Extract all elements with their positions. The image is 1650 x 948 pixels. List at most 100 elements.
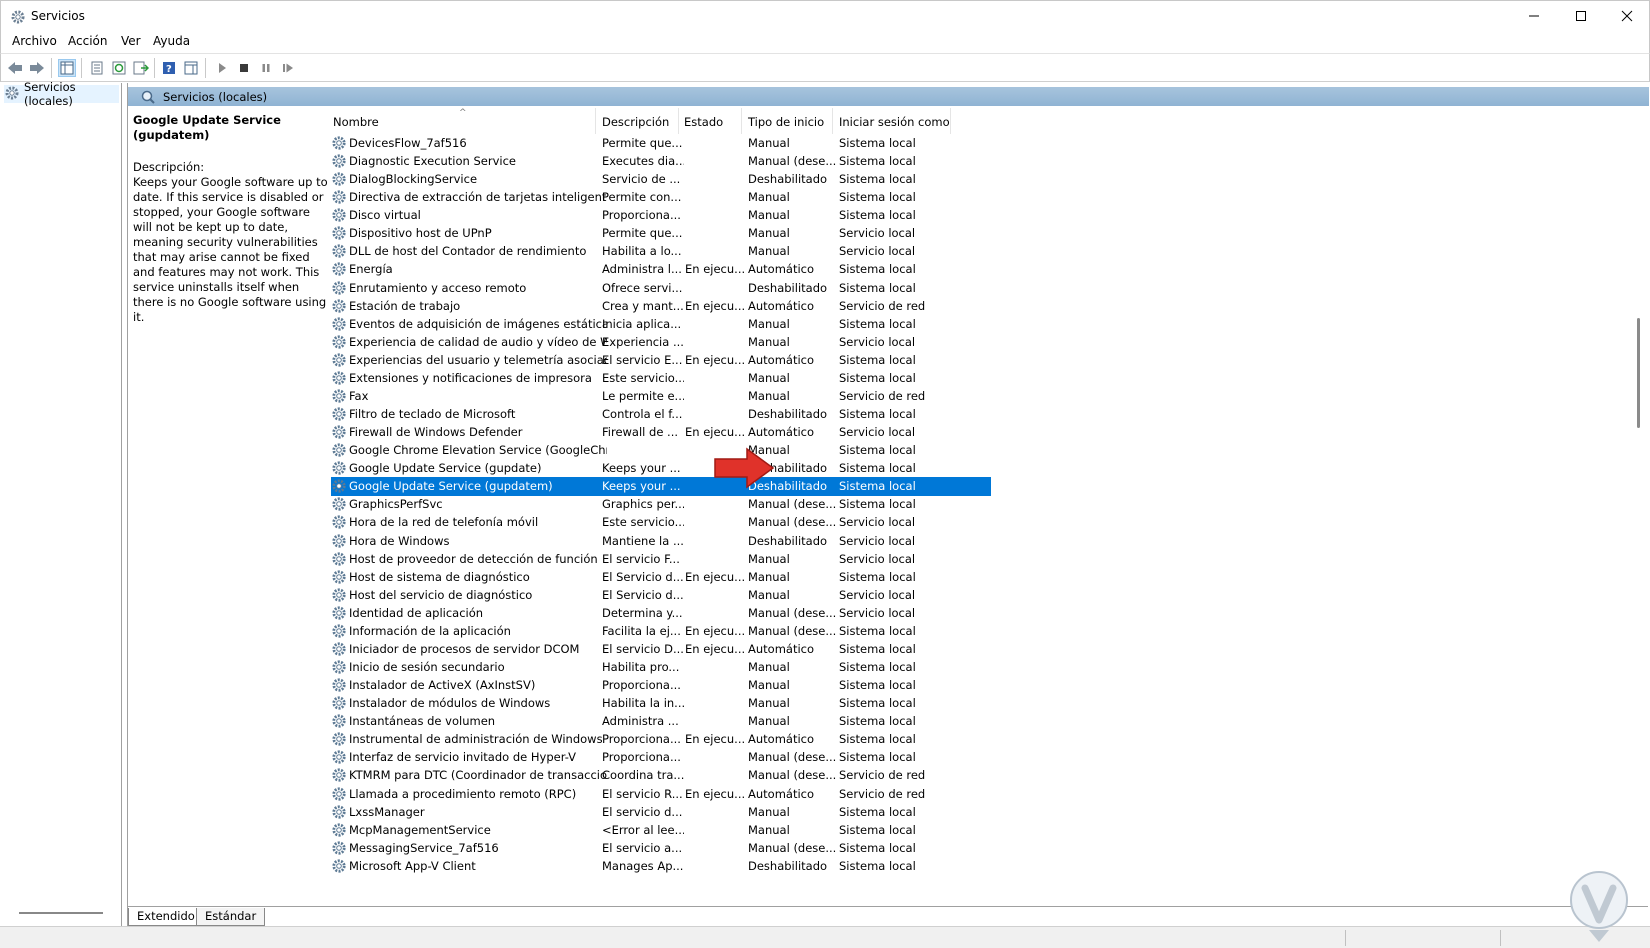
table-row[interactable]: Experiencia de calidad de audio y vídeo … (331, 333, 991, 352)
table-row[interactable]: Hora de Windows Mantiene la ... Deshabilit… (331, 532, 991, 551)
table-row[interactable]: Instalador de ActiveX (AxInstSV) Proporci… (331, 676, 991, 695)
table-row[interactable]: DLL de host del Contador de rendimiento H… (331, 242, 991, 261)
table-row[interactable]: DialogBlockingService Servicio de ... Desh… (331, 170, 991, 189)
table-row[interactable]: Extensiones y notificaciones de impresor… (331, 369, 991, 388)
start-service-icon[interactable] (213, 59, 231, 77)
table-row[interactable]: Identidad de aplicación Determina y... Man… (331, 604, 991, 623)
maximize-button[interactable] (1558, 1, 1604, 31)
table-row[interactable]: Inicio de sesión secundario Habilita pro.… (331, 658, 991, 677)
tab-estandar[interactable]: Estándar (196, 908, 266, 926)
service-description: El servicio F... (602, 551, 680, 566)
service-startup-type: Manual (748, 678, 790, 693)
table-row[interactable]: McpManagementService <Error al lee... Manu… (331, 821, 991, 840)
table-row[interactable]: GraphicsPerfSvc Graphics per... Manual (de… (331, 495, 991, 514)
service-logon-as: Sistema local (839, 497, 916, 512)
menu-accion[interactable]: Acción (68, 34, 107, 48)
refresh-icon[interactable] (110, 59, 128, 77)
table-row[interactable]: Diagnostic Execution Service Executes dia… (331, 152, 991, 171)
table-row[interactable]: Enrutamiento y acceso remoto Ofrece servi… (331, 279, 991, 298)
service-logon-as: Sistema local (839, 750, 916, 765)
service-logon-as: Sistema local (839, 208, 916, 223)
service-description: Habilita a lo... (602, 244, 682, 259)
service-gear-icon (331, 171, 347, 187)
column-header-estado[interactable]: Estado (679, 108, 742, 134)
menu-archivo[interactable]: Archivo (12, 34, 57, 48)
service-description: Proporciona... (602, 208, 681, 223)
table-row[interactable]: Firewall de Windows Defender Firewall de … (331, 423, 991, 442)
service-startup-type: Automático (748, 425, 815, 440)
table-row[interactable]: Estación de trabajo Crea y mant... En ejec… (331, 297, 991, 316)
menu-bar: Archivo Acción Ver Ayuda (0, 31, 1650, 53)
service-name: Hora de la red de telefonía móvil (349, 515, 539, 530)
table-row[interactable]: Instrumental de administración de Window… (331, 730, 991, 749)
service-gear-icon (331, 352, 347, 368)
table-row[interactable]: Google Chrome Elevation Service (GoogleC… (331, 441, 991, 460)
column-header-tipo-inicio[interactable]: Tipo de inicio (742, 108, 833, 134)
service-description: Manages Ap... (602, 858, 684, 873)
table-row[interactable]: LxssManager El servicio d... Manual Sistema… (331, 803, 991, 822)
service-status: En ejecu... (685, 569, 746, 584)
vertical-scrollbar[interactable] (1634, 108, 1642, 906)
properties-icon[interactable] (88, 59, 106, 77)
table-row[interactable]: Host de sistema de diagnóstico El Servici… (331, 568, 991, 587)
pause-service-icon[interactable] (257, 59, 275, 77)
table-row[interactable]: Llamada a procedimiento remoto (RPC) El s… (331, 785, 991, 804)
service-gear-icon (331, 623, 347, 639)
service-startup-type: Manual (748, 316, 790, 331)
table-row[interactable]: Instantáneas de volumen Administra ... Man… (331, 712, 991, 731)
service-name: Google Update Service (gupdatem) (349, 479, 553, 494)
menu-ayuda[interactable]: Ayuda (153, 34, 190, 48)
back-icon[interactable] (6, 59, 24, 77)
table-row[interactable]: Hora de la red de telefonía móvil Este se… (331, 513, 991, 532)
tree-scrollbar[interactable] (19, 912, 103, 914)
table-row[interactable]: Información de la aplicación Facilita la … (331, 622, 991, 641)
table-row[interactable]: Google Update Service (gupdate) Keeps you… (331, 459, 991, 478)
service-logon-as: Servicio de red (839, 388, 926, 403)
column-header-descripcion[interactable]: Descripción (596, 108, 679, 134)
description-text: Keeps your Google software up to date. I… (133, 175, 328, 324)
close-button[interactable] (1604, 1, 1650, 31)
table-row[interactable]: Instalador de módulos de Windows Habilita… (331, 694, 991, 713)
show-action-pane-icon[interactable] (182, 59, 200, 77)
table-row[interactable]: Host del servicio de diagnóstico El Servi… (331, 586, 991, 605)
service-gear-icon (331, 749, 347, 765)
forward-icon[interactable] (28, 59, 46, 77)
service-gear-icon (331, 370, 347, 386)
table-row[interactable]: Disco virtual Proporciona... Manual Sistema… (331, 206, 991, 225)
table-row[interactable]: Experiencias del usuario y telemetría as… (331, 351, 991, 370)
table-row[interactable]: Dispositivo host de UPnP Permite que... Ma… (331, 224, 991, 243)
stop-service-icon[interactable] (235, 59, 253, 77)
export-list-icon[interactable] (132, 59, 150, 77)
table-row[interactable]: Filtro de teclado de Microsoft Controla e… (331, 405, 991, 424)
table-row[interactable]: Host de proveedor de detección de funció… (331, 550, 991, 569)
service-gear-icon (331, 804, 347, 820)
tree-item-servicios-locales[interactable]: Servicios (locales) (4, 80, 119, 108)
table-row[interactable]: DevicesFlow_7af516 Permite que... Manual Si… (331, 134, 991, 153)
column-header-nombre[interactable]: Nombre (331, 108, 596, 134)
table-row[interactable]: KTMRM para DTC (Coordinador de transacci… (331, 766, 991, 785)
help-icon[interactable]: ? (160, 59, 178, 77)
table-row[interactable]: Interfaz de servicio invitado de Hyper-V… (331, 748, 991, 767)
service-description: Facilita la ej... (602, 623, 681, 638)
service-logon-as: Sistema local (839, 352, 916, 367)
table-row[interactable]: Iniciador de procesos de servidor DCOM El… (331, 640, 991, 659)
table-row[interactable]: Directiva de extracción de tarjetas inte… (331, 188, 991, 207)
minimize-button[interactable] (1511, 1, 1557, 31)
service-description: Administra l... (602, 262, 682, 277)
tab-extendido[interactable]: Extendido (128, 908, 204, 926)
table-row-selected[interactable]: Google Update Service (gupdatem) Keeps yo… (331, 477, 991, 497)
service-status: En ejecu... (685, 641, 746, 656)
table-row[interactable]: MessagingService_7af516 El servicio a... M… (331, 839, 991, 858)
table-row[interactable]: Eventos de adquisición de imágenes estát… (331, 315, 991, 334)
show-console-tree-icon[interactable] (58, 59, 76, 77)
table-row[interactable]: Microsoft App-V Client Manages Ap... Desha… (331, 857, 991, 876)
table-row[interactable]: Fax Le permite e... Manual Servicio de red (331, 387, 991, 406)
restart-service-icon[interactable] (279, 59, 297, 77)
table-row[interactable]: Energía Administra l... En ejecu... Automát… (331, 260, 991, 279)
service-logon-as: Sistema local (839, 154, 916, 169)
scrollbar-thumb[interactable] (1637, 318, 1640, 428)
service-logon-as: Sistema local (839, 858, 916, 873)
service-logon-as: Sistema local (839, 370, 916, 385)
column-header-iniciar-sesion[interactable]: Iniciar sesión como (833, 108, 951, 134)
menu-ver[interactable]: Ver (121, 34, 141, 48)
